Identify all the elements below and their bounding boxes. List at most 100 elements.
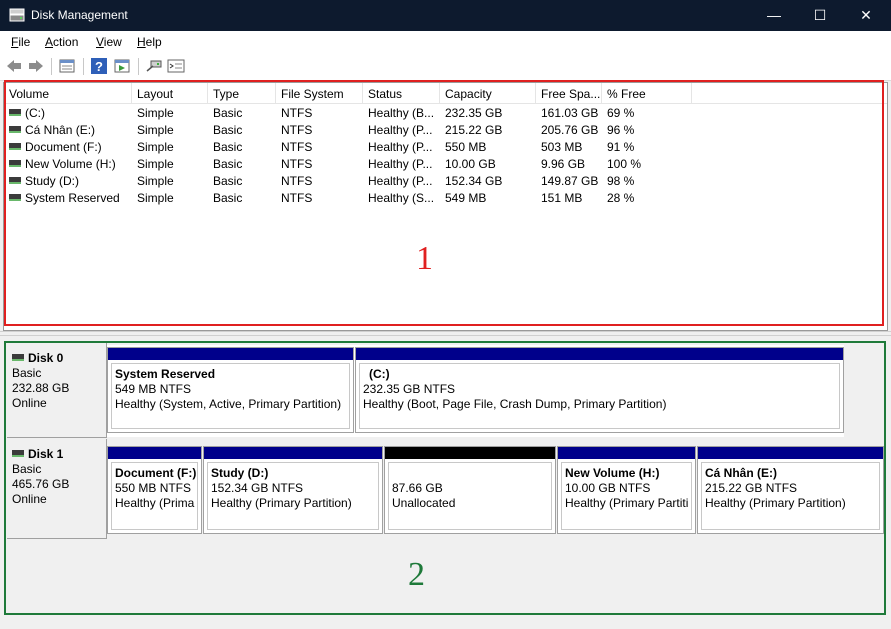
partition-bar: [204, 447, 382, 459]
column-header-layout[interactable]: Layout: [132, 83, 208, 103]
volume-list-header: Volume Layout Type File System Status Ca…: [4, 83, 887, 104]
pane-splitter[interactable]: [0, 331, 891, 336]
partition-size: 232.35 GB NTFS: [363, 382, 456, 396]
status-cell: Healthy (P...: [368, 140, 433, 154]
partition-ca-nhan-e[interactable]: Cá Nhân (E:) 215.22 GB NTFS Healthy (Pri…: [697, 446, 884, 534]
partition-unallocated[interactable]: 87.66 GB Unallocated: [384, 446, 556, 534]
partition-status: Healthy (Primary Partiti: [565, 496, 689, 510]
table-row[interactable]: Study (D:) Simple Basic NTFS Healthy (P.…: [4, 173, 887, 190]
volume-name: (C:): [25, 106, 45, 120]
layout-cell: Simple: [137, 157, 174, 171]
status-cell: Healthy (P...: [368, 123, 433, 137]
forward-arrow-icon[interactable]: [27, 58, 45, 74]
disk-type: Basic: [12, 462, 42, 476]
partition-size: 549 MB NTFS: [115, 382, 192, 396]
file-system-cell: NTFS: [281, 191, 313, 205]
toolbar: ?: [0, 53, 891, 81]
type-cell: Basic: [213, 140, 243, 154]
partition-system-reserved[interactable]: System Reserved 549 MB NTFS Healthy (Sys…: [107, 347, 354, 433]
column-header-volume[interactable]: Volume: [4, 83, 132, 103]
volume-name: Cá Nhân (E:): [25, 123, 96, 137]
annotation-label-2: 2: [408, 556, 425, 593]
svg-text:?: ?: [95, 59, 103, 74]
disk-management-app-icon: [9, 8, 25, 22]
volume-icon: [9, 177, 21, 185]
column-header-percent-free[interactable]: % Free: [602, 83, 692, 103]
free-space-cell: 149.87 GB: [541, 174, 599, 188]
partition-status: Healthy (Prima: [115, 496, 195, 510]
type-cell: Basic: [213, 123, 243, 137]
table-row[interactable]: (C:) Simple Basic NTFS Healthy (B... 232…: [4, 105, 887, 122]
console-icon[interactable]: [167, 58, 185, 74]
file-system-cell: NTFS: [281, 140, 313, 154]
percent-free-cell: 98 %: [607, 174, 635, 188]
partition-bar: [558, 447, 695, 459]
window-title: Disk Management: [31, 8, 128, 22]
column-header-free-space[interactable]: Free Spa...: [536, 83, 602, 103]
free-space-cell: 161.03 GB: [541, 106, 599, 120]
type-cell: Basic: [213, 157, 243, 171]
capacity-cell: 215.22 GB: [445, 123, 503, 137]
annotation-label-1: 1: [416, 240, 433, 277]
help-icon[interactable]: ?: [90, 58, 108, 74]
partition-name: System Reserved: [115, 367, 216, 381]
percent-free-cell: 96 %: [607, 123, 635, 137]
menu-help[interactable]: Help: [137, 35, 162, 49]
disk-icon: [12, 450, 24, 458]
partition-status: Healthy (Primary Partition): [705, 496, 846, 510]
partition-size: 550 MB NTFS: [115, 481, 192, 495]
percent-free-cell: 69 %: [607, 106, 635, 120]
table-row[interactable]: New Volume (H:) Simple Basic NTFS Health…: [4, 156, 887, 173]
show-hide-icon[interactable]: [113, 58, 131, 74]
table-row[interactable]: System Reserved Simple Basic NTFS Health…: [4, 190, 887, 207]
partition-study-d[interactable]: Study (D:) 152.34 GB NTFS Healthy (Prima…: [203, 446, 383, 534]
title-bar: Disk Management — ☐ ✕: [0, 0, 891, 31]
partition-size: 152.34 GB NTFS: [211, 481, 304, 495]
column-header-file-system[interactable]: File System: [276, 83, 363, 103]
column-header-status[interactable]: Status: [363, 83, 440, 103]
type-cell: Basic: [213, 191, 243, 205]
capacity-cell: 549 MB: [445, 191, 487, 205]
back-arrow-icon[interactable]: [5, 58, 23, 74]
type-cell: Basic: [213, 106, 243, 120]
partition-size: 10.00 GB NTFS: [565, 481, 651, 495]
menu-action[interactable]: Action: [45, 35, 78, 49]
status-cell: Healthy (P...: [368, 174, 433, 188]
disk1-label[interactable]: Disk 1 Basic 465.76 GB Online: [7, 439, 107, 539]
capacity-cell: 10.00 GB: [445, 157, 496, 171]
minimize-button[interactable]: —: [751, 0, 797, 31]
properties-icon[interactable]: [58, 58, 76, 74]
connect-icon[interactable]: [145, 58, 163, 74]
percent-free-cell: 100 %: [607, 157, 642, 171]
toolbar-separator: [51, 58, 52, 75]
partition-new-volume-h[interactable]: New Volume (H:) 10.00 GB NTFS Healthy (P…: [557, 446, 696, 534]
partition-c[interactable]: (C:) 232.35 GB NTFS Healthy (Boot, Page …: [355, 347, 844, 433]
volume-name: Document (F:): [25, 140, 102, 154]
free-space-cell: 205.76 GB: [541, 123, 599, 137]
layout-cell: Simple: [137, 140, 174, 154]
status-cell: Healthy (S...: [368, 191, 435, 205]
disk-type: Basic: [12, 366, 42, 380]
file-system-cell: NTFS: [281, 106, 313, 120]
table-row[interactable]: Cá Nhân (E:) Simple Basic NTFS Healthy (…: [4, 122, 887, 139]
table-row[interactable]: Document (F:) Simple Basic NTFS Healthy …: [4, 139, 887, 156]
column-header-capacity[interactable]: Capacity: [440, 83, 536, 103]
partition-name: New Volume (H:): [565, 466, 660, 480]
volume-icon: [9, 194, 21, 202]
disk0-label[interactable]: Disk 0 Basic 232.88 GB Online: [7, 343, 107, 438]
partition-document-f[interactable]: Document (F:) 550 MB NTFS Healthy (Prima: [107, 446, 202, 534]
close-button[interactable]: ✕: [843, 0, 889, 31]
maximize-button[interactable]: ☐: [797, 0, 843, 31]
partition-bar: [385, 447, 555, 459]
column-header-type[interactable]: Type: [208, 83, 276, 103]
status-cell: Healthy (B...: [368, 106, 435, 120]
status-cell: Healthy (P...: [368, 157, 433, 171]
partition-name: Cá Nhân (E:): [705, 466, 777, 480]
free-space-cell: 151 MB: [541, 191, 583, 205]
partition-status: Healthy (Boot, Page File, Crash Dump, Pr…: [363, 397, 667, 411]
partition-name: Document (F:): [115, 466, 197, 480]
menu-view[interactable]: View: [96, 35, 122, 49]
partition-size: 87.66 GB: [392, 481, 443, 495]
volume-icon: [9, 160, 21, 168]
menu-file[interactable]: File: [11, 35, 30, 49]
